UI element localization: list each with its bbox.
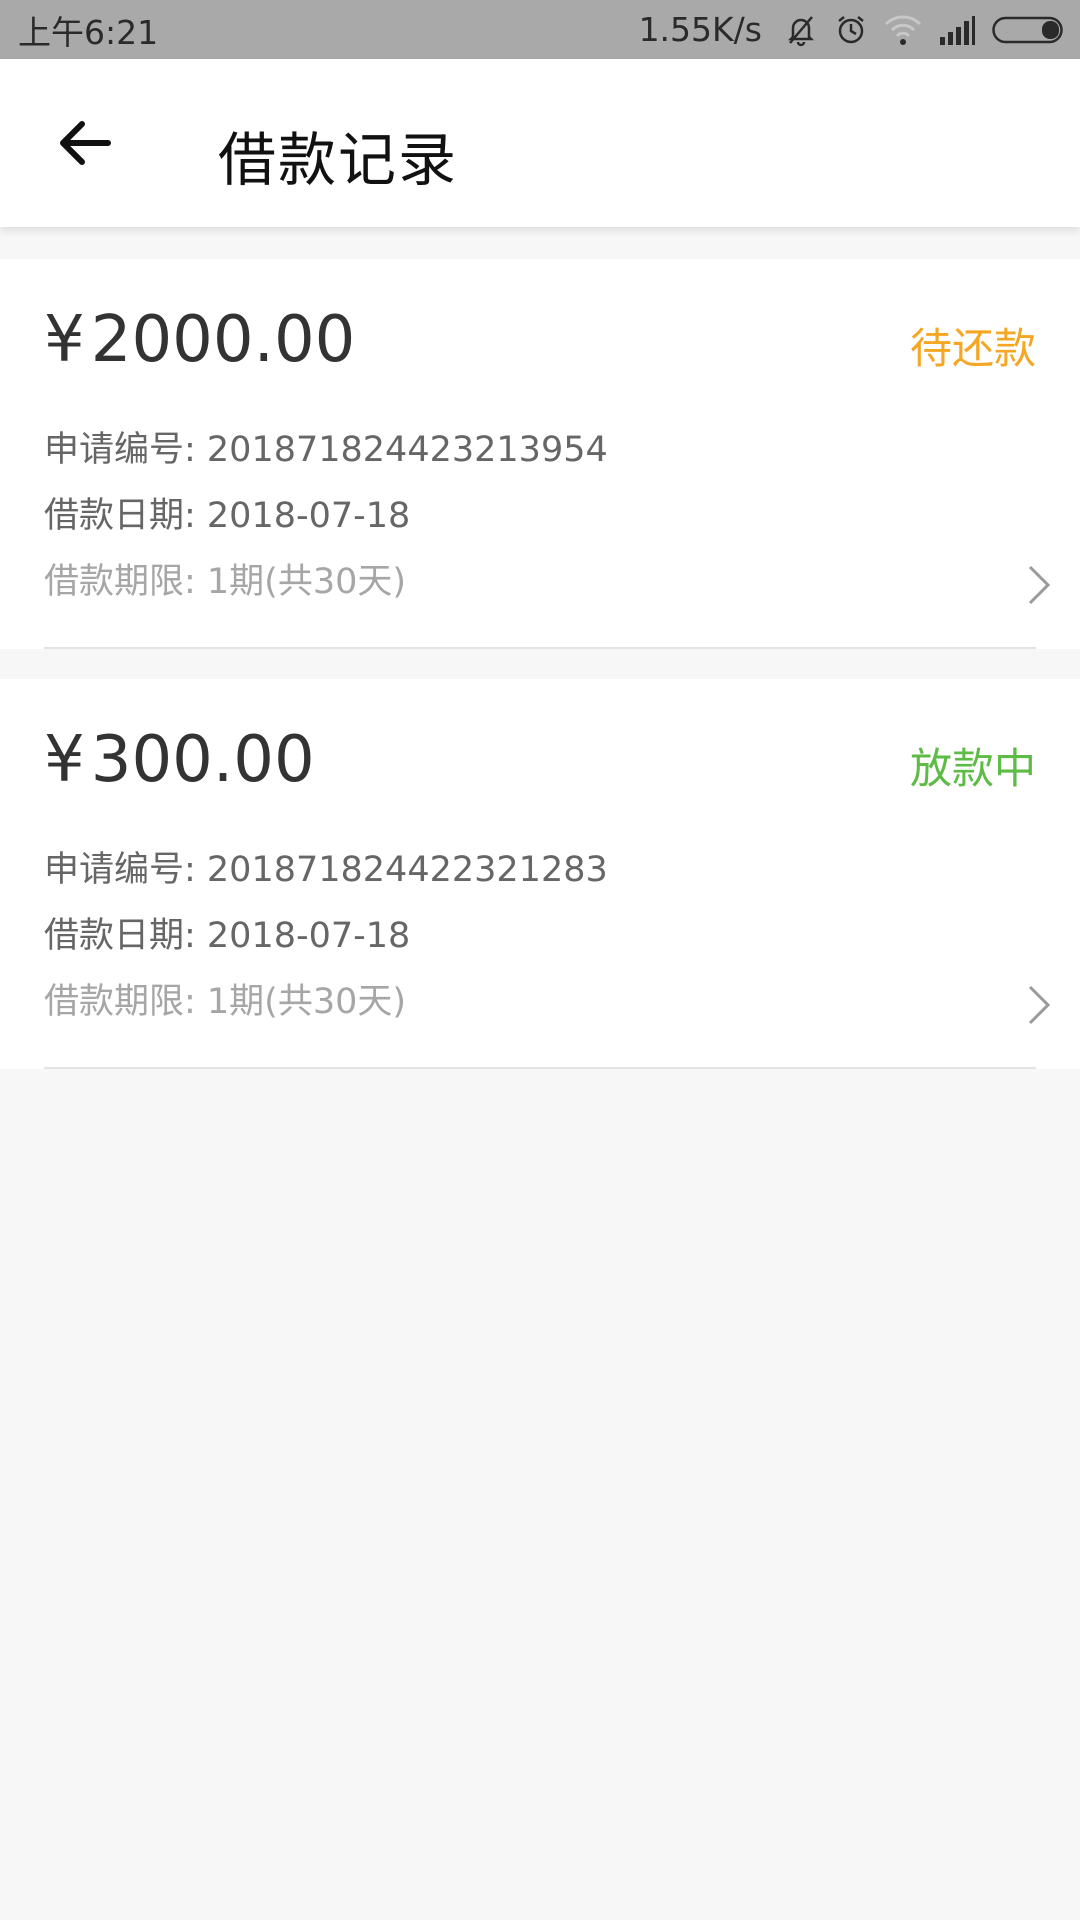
loan-record-card[interactable]: ¥2000.00 待还款 申请编号: 201871824423213954 借款… xyxy=(0,259,1080,649)
chevron-right-icon xyxy=(1024,561,1054,609)
page-title: 借款记录 xyxy=(218,126,459,194)
status-icons: 1.55K/s xyxy=(639,10,1064,49)
network-speed: 1.55K/s xyxy=(638,10,762,49)
wifi-icon xyxy=(884,14,922,46)
status-bar: 上午6:21 1.55K/s xyxy=(0,0,1080,59)
loan-amount: ¥2000.00 xyxy=(44,303,355,377)
loan-date: 借款日期: 2018-07-18 xyxy=(44,496,411,536)
app-bar: 借款记录 xyxy=(0,59,1080,227)
divider xyxy=(44,647,1036,649)
loan-status: 放款中 xyxy=(909,744,1036,793)
amount-value: 2000.00 xyxy=(90,303,356,377)
chevron-right-icon xyxy=(1024,981,1054,1029)
loan-amount: ¥300.00 xyxy=(44,723,315,797)
signal-icon xyxy=(938,15,976,45)
status-time: 上午6:21 xyxy=(18,12,159,52)
divider xyxy=(44,1067,1036,1069)
application-number: 申请编号: 201871824423213954 xyxy=(44,430,608,470)
loan-term: 借款期限: 1期(共30天) xyxy=(44,562,407,602)
loan-record-card[interactable]: ¥300.00 放款中 申请编号: 201871824422321283 借款日… xyxy=(0,679,1080,1069)
currency-symbol: ¥ xyxy=(44,303,85,377)
loan-term: 借款期限: 1期(共30天) xyxy=(44,982,407,1022)
currency-symbol: ¥ xyxy=(44,723,85,797)
back-button[interactable] xyxy=(48,109,120,181)
battery-icon xyxy=(992,15,1064,45)
loan-status: 待还款 xyxy=(909,324,1036,373)
application-number: 申请编号: 201871824422321283 xyxy=(44,850,608,890)
arrow-left-icon xyxy=(56,115,112,175)
mute-bell-icon xyxy=(784,13,818,47)
loan-date: 借款日期: 2018-07-18 xyxy=(44,916,411,956)
alarm-icon xyxy=(834,13,868,47)
amount-value: 300.00 xyxy=(90,723,315,797)
